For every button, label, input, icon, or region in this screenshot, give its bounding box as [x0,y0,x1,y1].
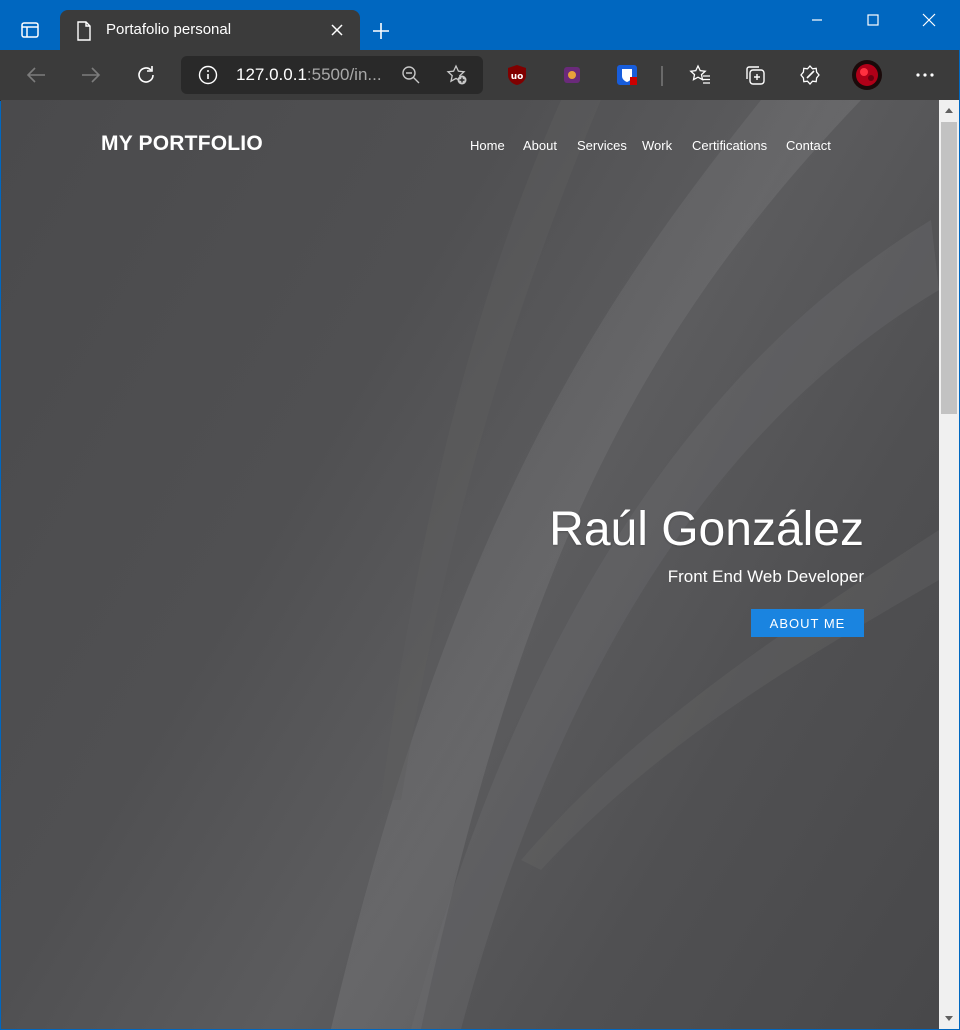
svg-text:uo: uo [511,72,524,82]
hero-subtitle: Front End Web Developer [667,567,864,586]
tab-actions-icon[interactable] [20,20,40,40]
about-me-button[interactable]: ABOUT ME [751,609,864,637]
add-favorite-icon[interactable] [446,64,468,86]
nav-home[interactable]: Home [470,138,505,153]
site-brand[interactable]: MY PORTFOLIO [101,132,263,156]
nav-certifications[interactable]: Certifications [692,138,767,153]
url-path: :5500/in... [306,65,382,84]
maximize-icon[interactable] [844,0,902,40]
more-options-icon[interactable] [913,63,937,87]
favorites-icon[interactable] [688,63,712,87]
background-waves [331,100,939,1029]
url-host: 127.0.0.1 [236,65,307,84]
document-icon [76,21,92,41]
toolbar-separator [661,66,663,86]
refresh-icon[interactable] [134,63,158,87]
profile-avatar[interactable] [851,59,883,91]
address-url: 127.0.0.1:5500/in... [236,65,382,85]
extension-purple-icon[interactable] [560,63,584,87]
bitwarden-icon[interactable] [615,63,639,87]
browser-toolbar: 127.0.0.1:5500/in... uo [0,50,960,101]
forward-icon[interactable] [79,63,103,87]
nav-about[interactable]: About [523,138,557,153]
scroll-thumb[interactable] [941,122,957,414]
browser-tab[interactable]: Portafolio personal [60,10,360,50]
page-scrollbar[interactable] [939,100,959,1029]
new-tab-icon[interactable] [370,20,392,42]
nav-contact[interactable]: Contact [786,138,831,153]
nav-work[interactable]: Work [642,138,672,153]
page-viewport: MY PORTFOLIO Home About Services Work Ce… [1,100,939,1029]
site-info-icon[interactable] [198,65,218,85]
zoom-icon[interactable] [401,65,421,85]
title-bar: Portafolio personal [0,0,960,50]
address-bar[interactable]: 127.0.0.1:5500/in... [181,56,483,94]
collections-icon[interactable] [743,63,767,87]
ublock-icon[interactable]: uo [505,63,529,87]
scroll-down-icon[interactable] [939,1009,959,1029]
hero-name: Raúl González [549,503,864,556]
minimize-icon[interactable] [788,0,846,40]
tab-title: Portafolio personal [106,21,232,38]
nav-services[interactable]: Services [577,138,627,153]
close-tab-icon[interactable] [330,23,344,37]
back-icon[interactable] [24,63,48,87]
scroll-up-icon[interactable] [939,100,959,120]
performance-icon[interactable] [798,63,822,87]
close-window-icon[interactable] [900,0,958,40]
